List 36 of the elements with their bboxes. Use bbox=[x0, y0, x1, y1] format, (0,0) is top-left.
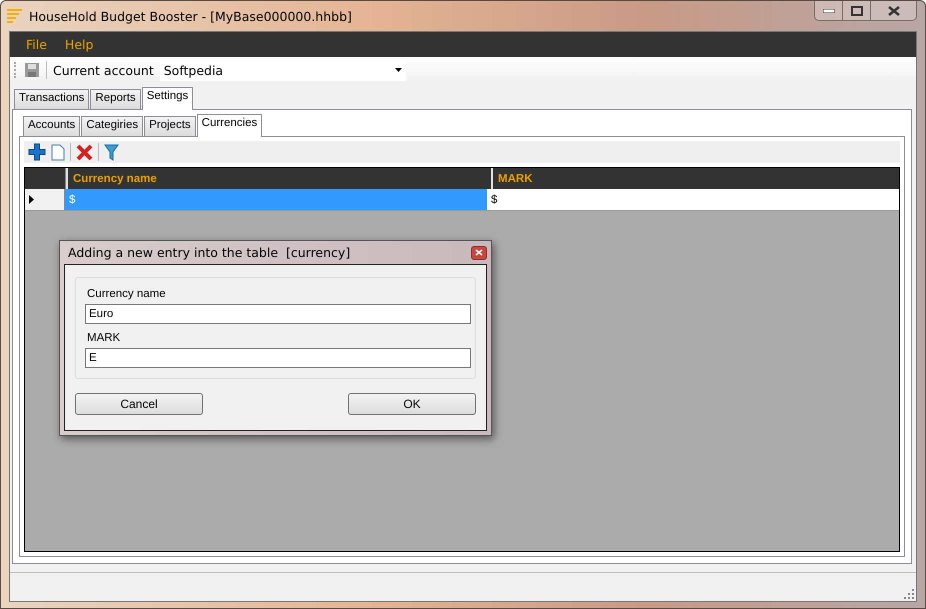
dialog-button[interactable]: OK bbox=[348, 393, 476, 415]
tab[interactable]: Transactions bbox=[14, 89, 90, 109]
account-dropdown[interactable]: Softpedia bbox=[160, 59, 406, 81]
save-icon[interactable] bbox=[24, 62, 40, 78]
app-logo-icon bbox=[5, 8, 23, 24]
input-field[interactable]: E bbox=[85, 348, 471, 368]
dialog-title: Adding a new entry into the table [currency] bbox=[68, 245, 350, 260]
window-title: HouseHold Budget Booster - [MyBase000000.hhbb] bbox=[29, 8, 352, 24]
close-button[interactable] bbox=[471, 246, 487, 260]
tab[interactable]: Settings bbox=[142, 87, 194, 110]
add-icon[interactable] bbox=[28, 143, 46, 161]
input-field[interactable]: Euro bbox=[85, 304, 471, 324]
document-icon[interactable] bbox=[51, 144, 65, 160]
dialog-button[interactable]: Cancel bbox=[75, 393, 203, 415]
menu-item[interactable]: Help bbox=[56, 35, 102, 54]
maximize-icon bbox=[850, 6, 862, 16]
filter-icon[interactable] bbox=[104, 144, 119, 160]
tab[interactable]: Reports bbox=[90, 89, 141, 109]
field-label: MARK bbox=[86, 332, 122, 344]
maximize-button[interactable] bbox=[843, 1, 871, 20]
close-icon bbox=[888, 6, 900, 16]
resize-grip-icon[interactable] bbox=[904, 589, 914, 599]
tab[interactable]: Accounts bbox=[23, 116, 80, 136]
minimize-icon bbox=[822, 8, 834, 12]
minimize-button[interactable] bbox=[815, 1, 843, 20]
tab[interactable]: Currencies bbox=[196, 114, 262, 137]
account-label: Current account bbox=[53, 62, 154, 78]
close-button[interactable] bbox=[871, 1, 916, 20]
current-row-icon bbox=[29, 195, 34, 204]
close-icon bbox=[475, 249, 483, 256]
tab[interactable]: Categiries bbox=[81, 116, 144, 136]
dropdown-caret-icon[interactable] bbox=[394, 68, 402, 72]
delete-icon[interactable] bbox=[76, 144, 93, 160]
tab[interactable]: Projects bbox=[144, 116, 196, 136]
menu-item[interactable]: File bbox=[18, 35, 55, 54]
field-label: Currency name bbox=[86, 288, 167, 300]
